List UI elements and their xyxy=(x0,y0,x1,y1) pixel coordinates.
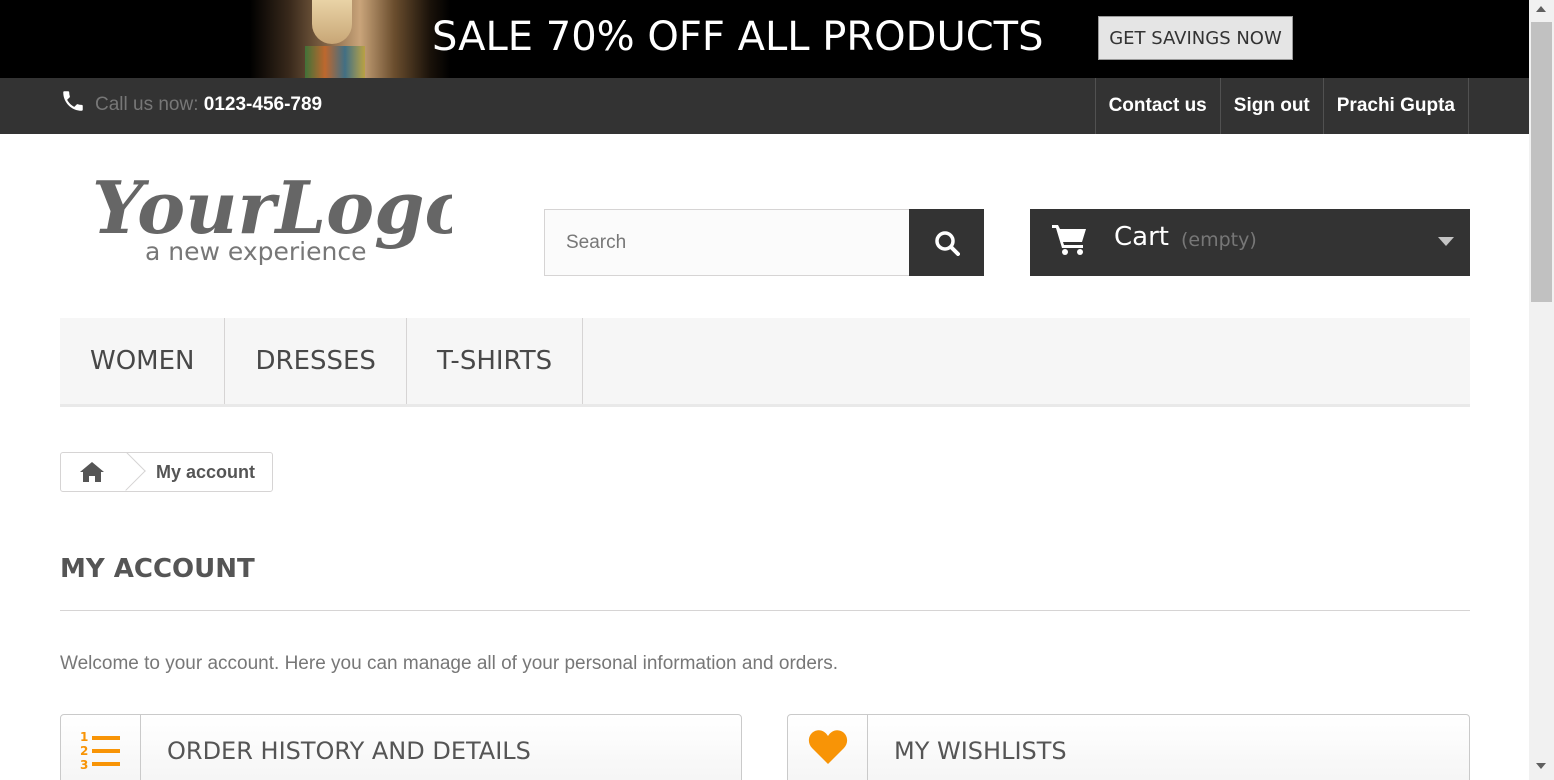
page: SALE 70% OFF ALL PRODUCTS GET SAVINGS NO… xyxy=(0,0,1529,780)
breadcrumb-home[interactable] xyxy=(61,453,146,491)
cart-status: (empty) xyxy=(1181,229,1257,251)
sign-out-link[interactable]: Sign out xyxy=(1219,78,1323,134)
svg-text:2: 2 xyxy=(80,744,88,758)
search-icon xyxy=(934,230,960,256)
cart-label: Cart xyxy=(1114,222,1169,252)
scroll-up-arrow-icon[interactable] xyxy=(1536,6,1546,12)
svg-text:3: 3 xyxy=(80,758,88,772)
banner-model-image xyxy=(250,0,450,78)
menu-item-women[interactable]: WOMEN xyxy=(60,318,226,404)
order-history-label: ORDER HISTORY AND DETAILS xyxy=(167,737,531,765)
menu-item-dresses[interactable]: DRESSES xyxy=(225,318,407,404)
scrollbar-thumb[interactable] xyxy=(1531,22,1552,302)
order-history-link[interactable]: 1 2 3 ORDER HISTORY AND DETAILS xyxy=(60,714,742,780)
call-us-label: Call us now: xyxy=(95,94,204,115)
svg-text:1: 1 xyxy=(80,730,88,744)
ordered-list-icon: 1 2 3 xyxy=(61,715,141,780)
header-user-links: Contact us Sign out Prachi Gupta xyxy=(1094,78,1469,134)
phone-icon xyxy=(63,91,83,111)
get-savings-button[interactable]: GET SAVINGS NOW xyxy=(1098,16,1293,60)
site-logo[interactable]: YourLogo a new experience xyxy=(92,165,452,275)
chevron-down-icon xyxy=(1438,237,1454,246)
breadcrumb: My account xyxy=(60,452,274,492)
search-button[interactable] xyxy=(909,209,984,276)
phone-number: 0123-456-789 xyxy=(203,94,323,115)
breadcrumb-current: My account xyxy=(156,461,256,482)
banner-title: SALE 70% OFF ALL PRODUCTS xyxy=(432,14,1044,60)
home-icon xyxy=(80,462,104,482)
search-input[interactable] xyxy=(544,209,910,276)
page-title: MY ACCOUNT xyxy=(60,554,255,584)
cart-button[interactable]: Cart (empty) xyxy=(1030,209,1470,276)
promo-banner[interactable]: SALE 70% OFF ALL PRODUCTS GET SAVINGS NO… xyxy=(0,0,1529,78)
account-name-link[interactable]: Prachi Gupta xyxy=(1322,78,1469,134)
logo-tagline: a new experience xyxy=(145,237,366,266)
my-wishlists-label: MY WISHLISTS xyxy=(894,737,1067,765)
menu-item-t-shirts[interactable]: T-SHIRTS xyxy=(407,318,584,404)
divider xyxy=(60,610,1470,611)
scroll-down-arrow-icon[interactable] xyxy=(1536,763,1546,769)
contact-us-link[interactable]: Contact us xyxy=(1094,78,1220,134)
shopping-cart-icon xyxy=(1052,225,1086,255)
my-wishlists-link[interactable]: MY WISHLISTS xyxy=(787,714,1470,780)
welcome-text: Welcome to your account. Here you can ma… xyxy=(60,653,839,674)
main-menu: WOMEN DRESSES T-SHIRTS xyxy=(60,318,1470,407)
heart-icon xyxy=(788,715,868,780)
breadcrumb-separator xyxy=(106,453,146,491)
call-us-text: Call us now: 0123-456-789 xyxy=(95,94,322,116)
